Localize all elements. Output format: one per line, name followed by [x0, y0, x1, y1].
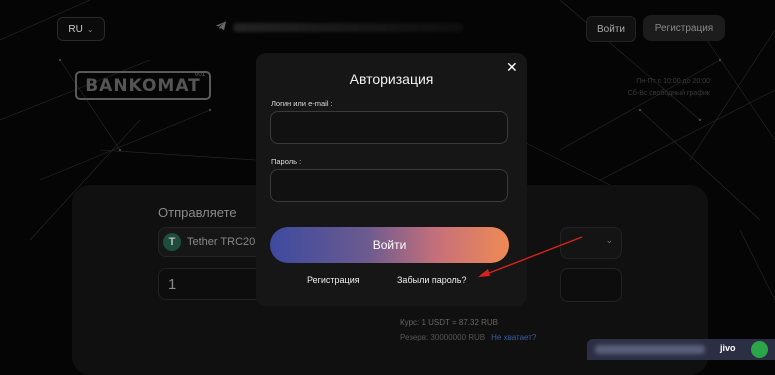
chevron-down-icon: ⌄: [605, 235, 613, 245]
reserve-info: Резерв: 30000000 RUB Не хватает?: [400, 333, 536, 342]
register-link[interactable]: Регистрация: [307, 275, 360, 285]
tether-icon: T: [163, 233, 181, 251]
exchange-rate: Курс: 1 USDT = 87.32 RUB: [400, 318, 499, 327]
login-button[interactable]: Войти: [586, 16, 636, 42]
contact-info-blurred: [233, 23, 463, 32]
logo-superscript: 001: [195, 72, 206, 78]
chevron-down-icon: ⌄: [86, 24, 94, 34]
reserve-text: Резерв: 30000000 RUB: [400, 333, 486, 342]
language-selector[interactable]: RU ⌄: [57, 17, 105, 41]
close-icon[interactable]: ✕: [506, 59, 518, 76]
password-field-label: Пароль :: [271, 157, 302, 166]
chat-widget[interactable]: jivo: [587, 339, 775, 360]
send-currency-select[interactable]: T Tether TRC20: [158, 227, 270, 257]
chat-widget-blurred-text: [595, 345, 705, 354]
send-title: Отправляете: [158, 205, 237, 220]
login-field-label: Логин или e-mail :: [271, 99, 333, 108]
language-label: RU: [68, 23, 83, 35]
modal-title: Авторизация: [349, 71, 434, 87]
login-field[interactable]: [270, 111, 508, 144]
chat-widget-label: jivo: [720, 343, 736, 353]
password-field[interactable]: [270, 169, 508, 202]
work-hours-line-1: Пн-Пт с 10:00 до 20:00: [636, 78, 710, 85]
forgot-password-link[interactable]: Забыли пароль?: [397, 275, 466, 285]
annotation-arrow: [478, 236, 583, 277]
send-amount-input[interactable]: 1: [158, 268, 270, 300]
chat-status-icon: [751, 341, 768, 358]
logo[interactable]: BANKOMAT: [75, 71, 211, 100]
work-hours: Пн-Пт с 10:00 до 20:00 Сб-Вс свободный г…: [600, 76, 710, 100]
register-button[interactable]: Регистрация: [643, 15, 725, 41]
work-hours-line-2: Сб-Вс свободный график: [627, 90, 710, 97]
send-currency-label: Tether TRC20: [187, 236, 256, 248]
telegram-icon[interactable]: [215, 20, 227, 32]
reserve-link[interactable]: Не хватает?: [491, 333, 536, 342]
